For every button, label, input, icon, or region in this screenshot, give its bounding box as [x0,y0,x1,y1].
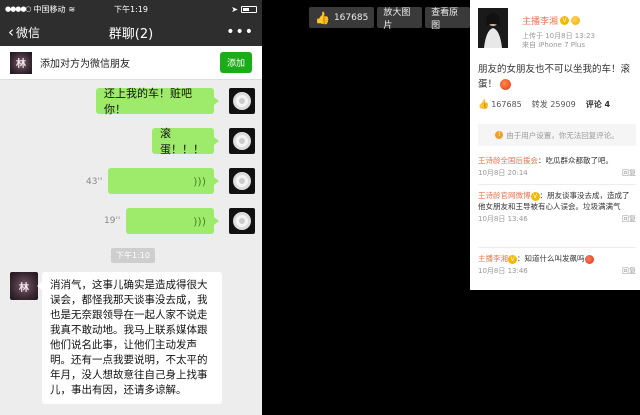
message-text: 滚蛋！！！ [160,127,204,156]
flower-icon [233,212,251,230]
flower-icon [233,132,251,150]
add-friend-text: 添加对方为微信朋友 [40,59,130,70]
comment-divider [478,184,636,185]
voice-message-bubble[interactable]: ))) [108,168,219,194]
comment-text: ：吃瓜群众都散了吧。 [538,156,613,165]
notice-text: 由于用户设置，你无法回复评论。 [506,130,619,140]
comment-user[interactable]: 王诗龄官网微博 [478,191,531,200]
self-avatar[interactable] [229,168,255,194]
comments-tab[interactable]: 评论 4 [586,99,610,110]
voice-wave-icon: ))) [193,214,206,228]
message-text: 还上我的车！赃吧你！ [104,87,192,116]
wifi-icon: ≋ [68,4,76,14]
message-bubble-incoming[interactable]: 消消气，这事儿确实是造成得很大误会，都怪我那天谈事没去成，我也是无奈跟领导在一起… [37,272,222,404]
comment-footer: 10月8日 13:46 回复 [478,266,636,277]
comment-time: 10月8日 13:46 [478,215,528,223]
verified-badge-icon: V [530,192,540,201]
comment-time: 10月8日 13:46 [478,267,528,275]
author-name: 主播李湘 [522,17,559,27]
comment-footer: 10月8日 13:46 回复 [478,214,636,225]
more-options-button[interactable]: ••• [226,24,254,40]
chevron-left-icon: ‹ [8,22,14,41]
post-header: 主播李湘 V 上传于 10月8日 13:23 来自 iPhone 7 Plus [478,8,636,50]
comment-reply-button[interactable]: 回复 [622,266,636,277]
profile-photo-icon [478,8,508,48]
add-friend-bar: 林 添加对方为微信朋友 添加 [0,46,262,80]
voice-wave-icon: ))) [193,174,206,188]
carrier-label: 中国移动 [33,4,66,14]
comment-footer: 10月8日 20:14 回复 [478,168,636,179]
like-button[interactable]: 👍 167685 [309,7,375,28]
image-viewer-area: 👍 167685 放大图片 查看原图 [262,0,470,415]
thumbs-up-icon: 👍 [315,10,330,25]
comment-reply-button[interactable]: 回复 [622,168,636,179]
status-right: ➤ [173,5,257,14]
post-source: 来自 iPhone 7 Plus [522,41,586,49]
view-original-button[interactable]: 查看原图 [425,7,470,31]
avatar-glyph: 林 [19,282,29,294]
comment-item: 王诗龄全国后援会：吃瓜群众都散了吧。 10月8日 20:14 回复 [478,155,636,179]
repost-button[interactable]: 转发 25909 [532,99,576,110]
flower-icon [233,172,251,190]
add-friend-button[interactable]: 添加 [219,52,252,73]
voice-duration: 19'' [104,216,121,226]
post-text: 朋友的女朋友也不可以坐我的车！滚蛋！ [478,62,634,92]
thumbs-up-icon: 👍 [478,99,490,110]
battery-icon [241,5,257,13]
self-avatar[interactable] [229,88,255,114]
comment-text: ：知道什么叫发飙吗 [517,254,585,263]
location-icon: ➤ [231,4,238,14]
chat-timestamp: 下午1:10 [111,248,155,263]
comment-reply-button[interactable]: 回复 [622,214,636,225]
user-avatar[interactable] [478,8,508,48]
emoji-icon [584,254,594,264]
comment-item: 王诗龄官网微博 V ：朋友谈事没去成，造成了他女朋友和王导被有心人误会。垃圾满满气 … [478,190,636,225]
avatar-glyph: 林 [16,59,26,70]
wechat-phone: ●●●●○ 中国移动 ≋ 下午1:19 ➤ ‹ 微信 群聊(2) ••• 林 添… [0,0,262,415]
message-bubble-outgoing[interactable]: 滚蛋！！！ [152,127,219,156]
enlarge-image-button[interactable]: 放大图片 [377,7,423,31]
self-avatar[interactable] [229,208,255,234]
like-count: 167685 [333,12,369,23]
self-avatar[interactable] [229,128,255,154]
voice-message-bubble[interactable]: ))) [126,208,219,234]
flower-icon [233,92,251,110]
post-like-button[interactable]: 👍 167685 [478,100,522,110]
voice-duration: 43'' [86,177,103,187]
comment-user[interactable]: 主播李湘 [478,254,508,263]
comment-item: 主播李湘 V ：知道什么叫发飙吗 10月8日 13:46 回复 [478,253,636,277]
status-left: ●●●●○ 中国移动 ≋ [5,4,89,15]
reply-disabled-notice: ! 由于用户设置，你无法回复评论。 [478,124,636,146]
chat-navbar: ‹ 微信 群聊(2) ••• [0,18,262,46]
status-time: 下午1:19 [114,4,148,14]
comment-time: 10月8日 20:14 [478,169,528,177]
comment-user[interactable]: 王诗龄全国后援会 [478,156,538,165]
status-bar: ●●●●○ 中国移动 ≋ 下午1:19 ➤ [0,0,262,18]
angry-emoji-icon [500,79,512,90]
weibo-post-panel: 主播李湘 V 上传于 10月8日 13:23 来自 iPhone 7 Plus … [470,0,640,290]
message-text: 消消气，这事儿确实是造成得很大误会，都怪我那天谈事没去成，我也是无奈跟领导在一起… [50,279,208,396]
image-toolbar: 👍 167685 放大图片 查看原图 [309,7,470,31]
post-author[interactable]: 主播李湘 V [522,14,581,27]
back-label: 微信 [16,25,41,40]
chat-area: 还上我的车！赃吧你！ 滚蛋！！！ 43''))) 19''))) 下午1:1… [0,80,262,415]
contact-avatar[interactable]: 林 [10,51,32,74]
warning-icon: ! [495,131,504,139]
contact-avatar[interactable]: 林 [10,272,38,300]
emoji-icon [571,16,581,25]
verified-badge-icon: V [508,255,517,264]
post-stats: 👍 167685 转发 25909 评论 4 [478,99,636,110]
comment-divider [478,247,636,248]
screenshot-root: ●●●●○ 中国移动 ≋ 下午1:19 ➤ ‹ 微信 群聊(2) ••• 林 添… [0,0,640,415]
back-button[interactable]: ‹ 微信 [8,24,40,41]
post-meta: 上传于 10月8日 13:23 来自 iPhone 7 Plus [522,32,595,50]
verified-badge-icon: V [560,16,570,25]
signal-icon: ●●●●○ [5,5,32,13]
post-like-count: 167685 [491,100,522,109]
upload-time: 上传于 10月8日 13:23 [522,32,595,40]
message-bubble-outgoing[interactable]: 还上我的车！赃吧你！ [96,87,219,116]
